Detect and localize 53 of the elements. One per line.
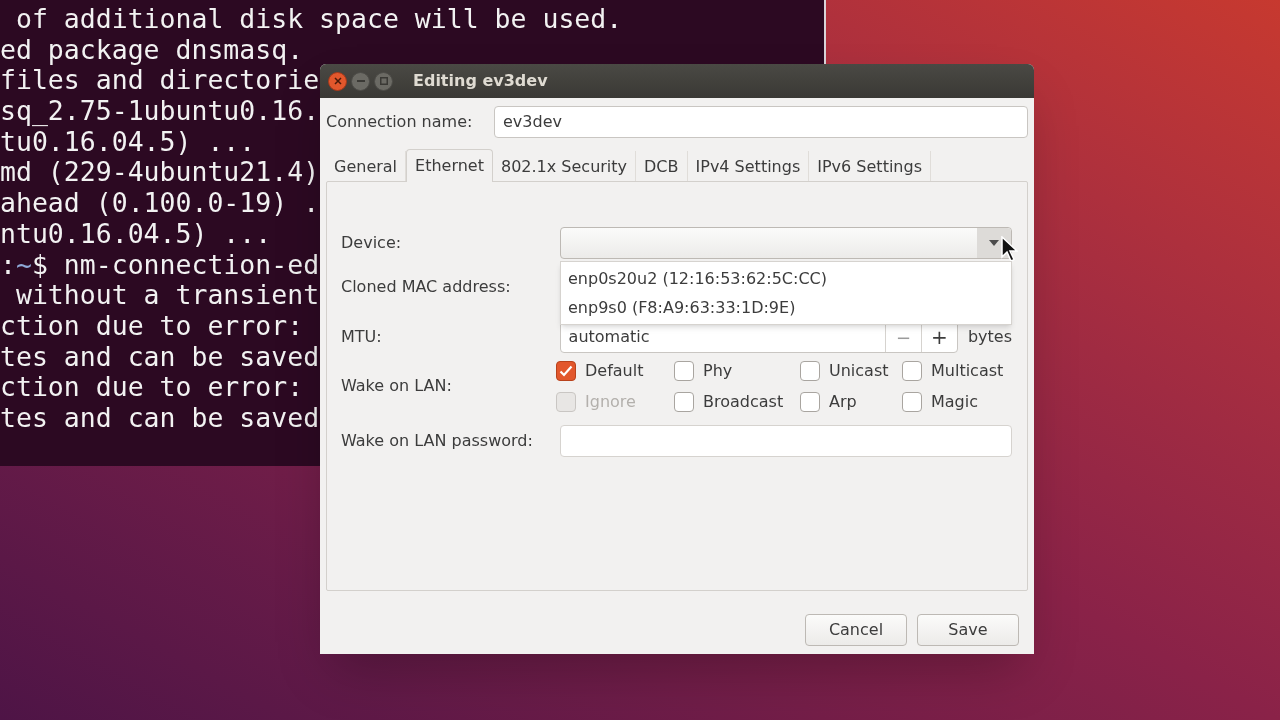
field-label: Device: [341,232,403,254]
unit-label: bytes [967,326,1012,348]
checkbox-label: Broadcast [703,390,784,413]
checkbox[interactable] [902,391,922,412]
maximize-icon [379,77,388,85]
close-icon [333,77,342,85]
terminal-line: ction due to error: [0,372,304,403]
checkbox[interactable] [902,360,922,381]
terminal-line: tes and can be saved [0,402,320,434]
terminal-line: sq_2.75-1ubuntu0.16. [0,96,320,127]
checkbox-label: Multicast [931,359,1004,382]
terminal-line: md (229-4ubuntu21.4) [0,157,320,189]
dialog-button[interactable]: Save [917,614,1019,646]
terminal-line: tes and can be saved [0,341,320,373]
checkbox-label: Default [585,359,644,382]
checkbox[interactable] [800,360,820,381]
checkbox-label: Unicast [829,359,889,382]
terminal-line: of additional disk space will be used. [14,4,623,35]
checkbox-label: Arp [829,390,857,413]
checkbox[interactable] [556,360,576,381]
terminal-line: ahead (0.100.0-19) . [0,188,320,219]
dropdown-arrow-icon [989,240,999,246]
maximize-button[interactable] [374,71,393,91]
terminal-line: ction due to error: [0,310,304,342]
field-label: MTU: [341,326,383,348]
dropdown-item[interactable]: enp0s20u2 (12:16:53:62:5C:CC) [561,264,1011,293]
terminal-line: ntu0.16.04.5) ... [0,218,272,250]
window-title: Editing ev3dev [413,70,548,92]
connection-name-field[interactable]: ev3dev [494,106,1028,138]
dialog-button[interactable]: Cancel [805,614,907,646]
terminal-line: tu0.16.04.5) ... [0,126,256,158]
field-label: Wake on LAN password: [341,430,534,452]
field-label: Connection name: [326,111,474,133]
tab[interactable]: Ethernet [406,149,493,182]
password-field[interactable] [560,425,1012,457]
device-combo-box[interactable] [560,227,1012,259]
terminal-line: without a transient [14,280,320,311]
checkbox-label: Phy [703,359,733,382]
checkbox-label: Ignore [585,390,636,413]
close-button[interactable] [328,71,347,91]
field-label: Wake on LAN: [341,375,453,397]
checkbox[interactable] [674,360,694,381]
increment-button[interactable]: + [920,322,957,352]
terminal-line: ed package dnsmasq. [0,34,304,66]
checkbox-label: Magic [931,390,978,413]
dropdown-item[interactable]: enp9s0 (F8:A9:63:33:1D:9E) [561,293,1011,322]
field-label: Cloned MAC address: [341,276,512,298]
checkbox[interactable] [800,391,820,412]
terminal-line: files and directorie [0,65,320,97]
minimize-icon [356,80,365,82]
checkbox[interactable] [674,391,694,412]
minimize-button[interactable] [351,71,370,91]
terminal-line: :~$ nm-connection-ed [0,249,320,281]
